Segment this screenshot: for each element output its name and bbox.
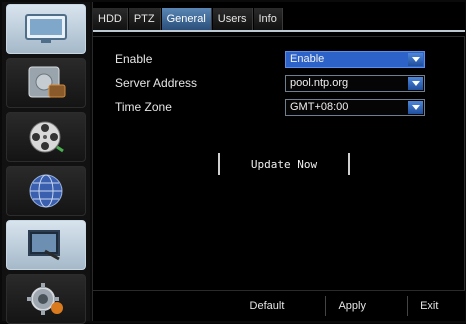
sidebar-item-live-view[interactable] [6,4,86,54]
tab-bar: HDD PTZ General Users Info [93,8,465,32]
system-display-icon [28,230,60,261]
chevron-down-icon[interactable] [408,100,423,114]
monitor-icon [25,14,67,43]
apply-button[interactable]: Apply [325,296,378,316]
action-bar: Default Apply Exit [223,293,465,319]
network-globe-icon [29,174,63,208]
exit-button[interactable]: Exit [407,296,450,316]
default-button[interactable]: Default [238,296,297,316]
tab-hdd[interactable]: HDD [93,8,128,30]
settings-gear-icon [27,283,63,315]
tab-info[interactable]: Info [253,8,283,30]
enable-row: Enable Enable [115,49,454,69]
time-zone-row: Time Zone GMT+08:00 [115,97,454,117]
time-zone-value: GMT+08:00 [290,101,349,113]
sidebar-item-settings[interactable] [6,274,86,324]
server-address-select[interactable]: pool.ntp.org [285,74,425,92]
time-zone-label: Time Zone [115,100,172,114]
playback-reel-icon [29,121,64,153]
dvr-settings-window: HDD PTZ General Users Info Enable Enable… [0,0,466,324]
enable-select[interactable]: Enable [285,50,425,68]
general-settings-panel: Enable Enable Server Address pool.ntp.or… [93,36,465,291]
enable-label: Enable [115,52,153,66]
tab-general[interactable]: General [161,8,212,30]
sidebar-item-system[interactable] [6,220,86,270]
tab-users[interactable]: Users [212,8,253,30]
record-icon [28,66,66,98]
main-panel: HDD PTZ General Users Info Enable Enable… [92,2,465,321]
enable-value: Enable [290,53,325,65]
sidebar [2,2,90,324]
chevron-down-icon[interactable] [408,52,423,66]
server-address-row: Server Address pool.ntp.org [115,73,454,93]
time-zone-select[interactable]: GMT+08:00 [285,98,425,116]
server-address-value: pool.ntp.org [290,77,349,89]
sidebar-item-playback[interactable] [6,112,86,162]
server-address-label: Server Address [115,76,198,90]
tab-ptz[interactable]: PTZ [128,8,161,30]
update-now-button[interactable]: Update Now [218,153,350,175]
chevron-down-icon[interactable] [408,76,423,90]
sidebar-item-network[interactable] [6,166,86,216]
sidebar-item-record[interactable] [6,58,86,108]
